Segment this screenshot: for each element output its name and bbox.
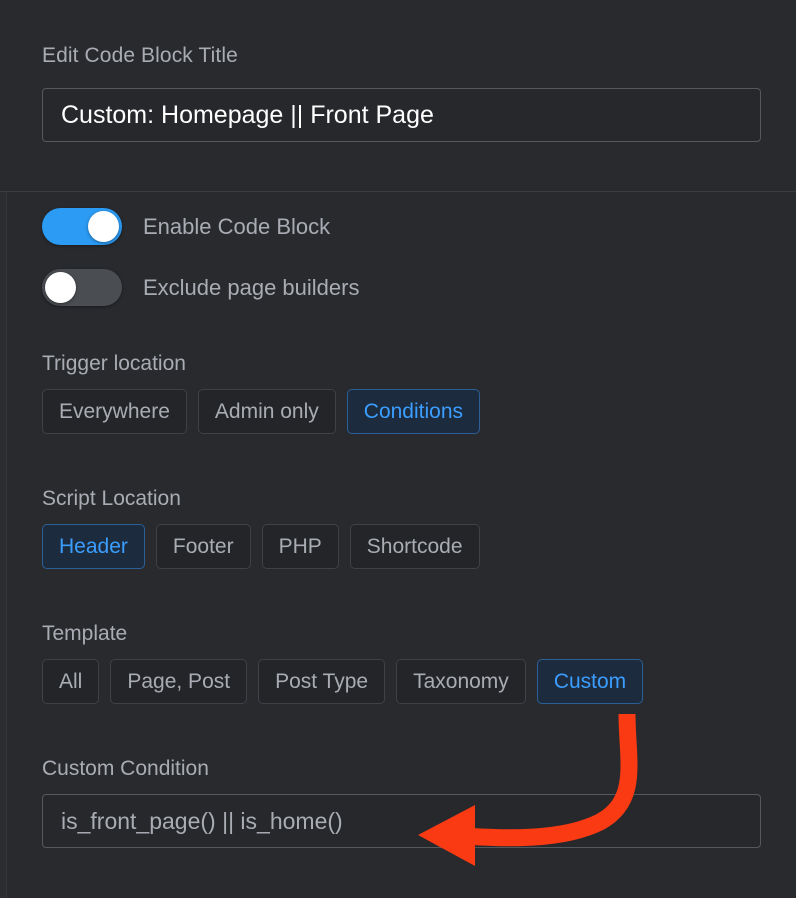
toggle-knob (88, 211, 119, 242)
trigger-location-group: Trigger location Everywhere Admin only C… (42, 352, 481, 434)
code-block-title-input[interactable]: Custom: Homepage || Front Page (42, 88, 761, 142)
toggle-knob (45, 272, 76, 303)
script-location-group: Script Location Header Footer PHP Shortc… (42, 487, 480, 569)
exclude-page-builders-row[interactable]: Exclude page builders (42, 269, 359, 306)
enable-code-block-row[interactable]: Enable Code Block (42, 208, 330, 245)
script-option-shortcode[interactable]: Shortcode (349, 524, 480, 569)
template-label: Template (42, 622, 128, 645)
trigger-option-conditions[interactable]: Conditions (346, 389, 481, 434)
template-option-page-post[interactable]: Page, Post (110, 659, 248, 704)
trigger-option-everywhere[interactable]: Everywhere (42, 389, 187, 434)
exclude-page-builders-toggle[interactable] (42, 269, 122, 306)
custom-condition-group: Custom Condition is_front_page() || is_h… (42, 757, 761, 848)
exclude-page-builders-label: Exclude page builders (143, 274, 360, 300)
script-option-footer[interactable]: Footer (155, 524, 251, 569)
trigger-option-admin-only[interactable]: Admin only (197, 389, 336, 434)
template-option-custom[interactable]: Custom (536, 659, 644, 704)
template-option-taxonomy[interactable]: Taxonomy (396, 659, 526, 704)
edit-code-block-title-label: Edit Code Block Title (42, 44, 238, 67)
template-option-post-type[interactable]: Post Type (258, 659, 386, 704)
settings-body: Enable Code Block Exclude page builders … (0, 192, 796, 898)
enable-code-block-label: Enable Code Block (143, 213, 331, 239)
template-option-all[interactable]: All (42, 659, 100, 704)
script-location-label: Script Location (42, 487, 181, 510)
template-group: Template All Page, Post Post Type Taxono… (42, 622, 644, 704)
title-section: Edit Code Block Title Custom: Homepage |… (0, 0, 796, 192)
script-location-options: Header Footer PHP Shortcode (42, 524, 480, 569)
custom-condition-label: Custom Condition (42, 757, 209, 780)
trigger-location-label: Trigger location (42, 352, 186, 375)
script-option-php[interactable]: PHP (261, 524, 339, 569)
code-block-settings-panel: Edit Code Block Title Custom: Homepage |… (0, 0, 796, 898)
template-options: All Page, Post Post Type Taxonomy Custom (42, 659, 644, 704)
script-option-header[interactable]: Header (42, 524, 145, 569)
trigger-location-options: Everywhere Admin only Conditions (42, 389, 481, 434)
custom-condition-input[interactable]: is_front_page() || is_home() (42, 794, 761, 848)
enable-code-block-toggle[interactable] (42, 208, 122, 245)
